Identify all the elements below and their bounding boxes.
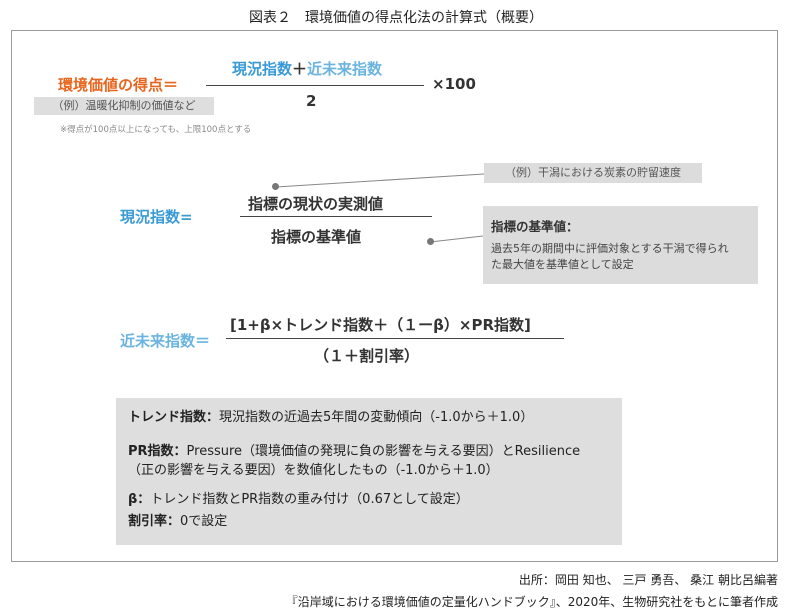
trend-definition: トレンド指数：現況指数の近過去5年間の変動傾向（-1.0から＋1.0）: [128, 408, 610, 427]
definitions-box: トレンド指数：現況指数の近過去5年間の変動傾向（-1.0から＋1.0） PR指数…: [116, 398, 622, 545]
beta-label: β：: [128, 492, 151, 507]
connector-line-example: [275, 173, 485, 188]
pr-text-1: Pressure（環境価値の発現に負の影響を与える要因）とResilience: [186, 444, 581, 459]
discount-label: 割引率：: [128, 514, 181, 529]
source-line-2: 『沿岸域における環境価値の定量化ハンドブック』、2020年、生物研究社をもとに筆…: [285, 595, 778, 609]
formula3-denominator: （１＋割引率）: [314, 347, 420, 365]
formula2-denominator: 指標の基準値: [271, 228, 362, 246]
formula3-numerator: [1+β×トレンド指数＋（１ーβ）×PR指数]: [230, 316, 531, 334]
pr-text-2: （正の影響を与える要因）を数値化したもの（-1.0から＋1.0）: [128, 463, 499, 478]
connector-dot-numerator: [272, 183, 279, 190]
baseline-callout: 指標の基準値： 過去5年の期間中に評価対象とする干潟で得られ た最大値を基準値と…: [483, 206, 758, 284]
baseline-callout-text-2: た最大値を基準値として設定: [491, 258, 634, 271]
source-line-1: 出所：岡田 知也、 三戸 勇吾、 桑江 朝比呂編著: [518, 573, 778, 587]
trend-text: 現況指数の近過去5年間の変動傾向（-1.0から＋1.0）: [219, 410, 534, 425]
pr-definition: PR指数：Pressure（環境価値の発現に負の影響を与える要因）とResili…: [128, 442, 610, 461]
discount-definition: 割引率：0で設定: [128, 512, 610, 531]
pr-definition-cont: （正の影響を与える要因）を数値化したもの（-1.0から＋1.0）: [128, 461, 610, 480]
fraction-bar-3: [226, 338, 564, 339]
trend-label: トレンド指数：: [128, 410, 220, 425]
baseline-callout-text-1: 過去5年の期間中に評価対象とする干潟で得られ: [491, 242, 729, 255]
beta-definition: β：トレンド指数とPR指数の重み付け（0.67として設定）: [128, 490, 610, 509]
beta-text: トレンド指数とPR指数の重み付け（0.67として設定）: [150, 492, 469, 507]
fraction-bar-2: [240, 216, 432, 217]
pr-label: PR指数：: [128, 444, 187, 459]
discount-text: 0で設定: [180, 514, 228, 529]
baseline-callout-title: 指標の基準値：: [491, 219, 579, 234]
near-future-index-label: 近未来指数＝: [120, 332, 211, 350]
current-index-label: 現況指数=: [120, 208, 193, 226]
formula2-numerator: 指標の現状の実測値: [248, 195, 384, 213]
connector-line-baseline: [429, 235, 484, 243]
connector-dot-denominator: [427, 238, 434, 245]
